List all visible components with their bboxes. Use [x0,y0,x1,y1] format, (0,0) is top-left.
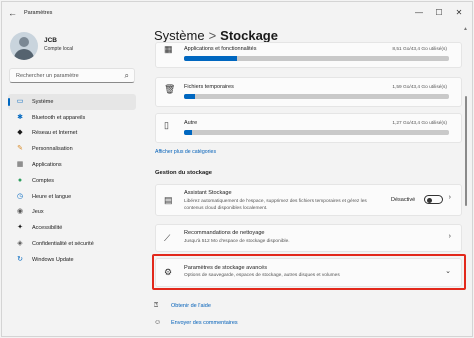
document-icon: ▯ [164,120,169,130]
account-type: Compte local [44,46,74,52]
help-icon: ⍰ [154,302,159,309]
row-description: Libérez automatiquement de l'espace, sup… [184,199,367,211]
sidebar-item-label: Accessibilité [32,225,63,232]
close-button[interactable]: ✕ [452,6,466,20]
category-card-other[interactable]: ▯ Autre 1,27 Go/43,4 Go utilisé(s) [155,113,462,143]
sidebar-item-10[interactable]: ↻ Windows Update [8,252,136,268]
category-card-apps[interactable]: ▦ Applications et fonctionnalités 8,51 G… [155,42,462,68]
feedback-icon: ☺ [154,319,162,326]
page-title: Stockage [220,28,278,43]
back-arrow-icon[interactable]: ← [8,8,18,18]
sidebar-item-label: Confidentialité et sécurité [32,241,94,248]
sidebar-item-1[interactable]: ✱ Bluetooth et appareils [8,110,136,126]
accounts-icon: ● [17,176,23,184]
minimize-button[interactable]: — [412,6,426,20]
sidebar-item-6[interactable]: ◷ Heure et langue [8,189,136,205]
usage-bar [184,56,449,61]
usage-fill [184,56,237,61]
breadcrumb: Système > Stockage [154,28,278,43]
sidebar-item-2[interactable]: ◆ Réseau et Internet [8,126,136,142]
chevron-right-icon: › [448,233,451,240]
usage-fill [184,130,192,135]
network-icon: ◆ [17,129,23,137]
search-input[interactable]: Rechercher un paramètre ⌕ [9,68,135,83]
category-name: Applications et fonctionnalités [184,46,257,52]
sidebar-item-8[interactable]: ✦ Accessibilité [8,220,136,236]
category-name: Fichiers temporaires [184,84,234,90]
sidebar-item-label: Comptes [32,177,55,184]
sidebar-item-label: Personnalisation [32,146,73,153]
sidebar-item-0[interactable]: ▭ Système [8,94,136,110]
sidebar-item-7[interactable]: ◉ Jeux [8,205,136,221]
category-size: 1,27 Go/43,4 Go utilisé(s) [392,121,447,126]
title-bar: ← Paramètres — ☐ ✕ [2,2,472,24]
usage-bar [184,130,449,135]
storage-sense-icon: ▤ [164,195,173,205]
clock-language-icon: ◷ [16,192,24,200]
apps-icon: ▦ [164,44,173,54]
category-size: 8,51 Go/43,4 Go utilisé(s) [392,47,447,52]
sidebar-item-9[interactable]: ◈ Confidentialité et sécurité [8,236,136,252]
app-title: Paramètres [24,10,53,16]
category-size: 1,59 Go/43,4 Go utilisé(s) [392,85,447,90]
sidebar-item-label: Réseau et Internet [32,130,78,137]
feedback-link[interactable]: ☺ Envoyer des commentaires [154,319,238,326]
section-title: Gestion du stockage [155,170,213,176]
sidebar-item-5[interactable]: ● Comptes [8,173,136,189]
search-placeholder: Rechercher un paramètre [16,73,79,79]
sidebar-item-label: Windows Update [32,256,74,263]
row-title: Assistant Stockage [184,190,232,196]
update-icon: ↻ [17,255,23,263]
storage-sense-toggle[interactable] [424,195,443,204]
maximize-button[interactable]: ☐ [432,6,446,20]
row-description: Jusqu'à 512 Mo d'espace de stockage disp… [184,239,290,244]
broom-icon: ⟋ [164,233,171,243]
cleanup-recommendations-row[interactable]: ⟋ Recommandations de nettoyage Jusqu'à 5… [155,224,462,252]
bluetooth-icon: ✱ [17,113,23,121]
sidebar-item-4[interactable]: ▦ Applications [8,157,136,173]
breadcrumb-separator: > [208,28,217,43]
row-title: Recommandations de nettoyage [184,230,265,236]
sidebar-nav: ▭ Système ✱ Bluetooth et appareils ◆ Réseau e… [8,94,136,268]
get-help-label: Obtenir de l'aide [171,303,211,309]
get-help-link[interactable]: ⍰ Obtenir de l'aide [154,302,211,310]
system-icon: ▭ [16,97,24,105]
brush-icon: ✎ [17,145,23,153]
sidebar-item-label: Bluetooth et appareils [32,114,86,121]
toggle-label: Désactivé [391,197,416,203]
feedback-label: Envoyer des commentaires [171,319,238,326]
usage-fill [184,94,195,99]
category-card-temp[interactable]: 🗑 Fichiers temporaires 1,59 Go/43,4 Go u… [155,77,462,107]
sidebar-item-label: Heure et langue [32,193,72,200]
apps-icon: ▦ [16,161,24,169]
accessibility-icon: ✦ [17,224,23,232]
user-name: JCB [44,37,58,44]
sidebar-item-label: Applications [32,162,62,169]
gamepad-icon: ◉ [16,208,24,216]
chevron-right-icon: › [448,194,451,201]
highlight-box [152,254,466,290]
avatar[interactable] [10,32,38,60]
trash-icon: 🗑 [164,84,176,94]
category-name: Autre [184,120,198,126]
sidebar-item-label: Jeux [32,209,44,216]
search-icon[interactable]: ⌕ [125,71,129,81]
sidebar-item-label: Système [32,98,54,105]
shield-icon: ◈ [17,240,23,248]
storage-sense-row[interactable]: ▤ Assistant Stockage Libérez automatique… [155,184,462,216]
show-more-categories-link[interactable]: Afficher plus de catégories [155,149,216,155]
sidebar-item-3[interactable]: ✎ Personnalisation [8,141,136,157]
breadcrumb-parent[interactable]: Système [154,28,205,43]
settings-window: ← Paramètres — ☐ ✕ JCB Compte local Rech… [1,1,473,337]
usage-bar [184,94,449,99]
